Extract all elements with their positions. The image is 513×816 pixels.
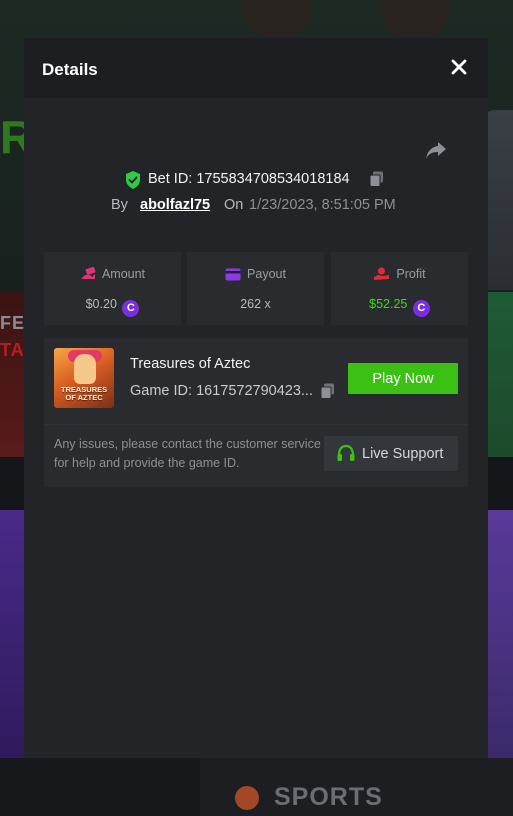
- live-support-label: Live Support: [362, 445, 444, 462]
- thumbnail-title: TREASURES OF AZTEC: [60, 385, 108, 402]
- profit-stat: Profit $52.25 C: [331, 252, 468, 325]
- bet-id-row: Bet ID: 1755834708534018184: [24, 169, 488, 189]
- payout-value: 262 x: [240, 297, 271, 311]
- profit-label: Profit: [396, 267, 426, 281]
- shield-check-icon: [126, 171, 140, 189]
- share-button[interactable]: [424, 138, 448, 162]
- game-card: TREASURES OF AZTEC Treasures of Aztec Ga…: [44, 338, 468, 487]
- payout-header: Payout: [187, 267, 324, 281]
- player-image: [242, 0, 312, 38]
- sports-label: SPORTS: [274, 783, 383, 811]
- modal-title: Details: [42, 60, 98, 79]
- copy-bet-id-icon[interactable]: [369, 171, 384, 187]
- bet-date: 1/23/2023, 8:51:05 PM: [249, 197, 396, 213]
- share-icon: [426, 142, 446, 159]
- username-link[interactable]: abolfazl75: [140, 197, 210, 213]
- headset-icon: [337, 444, 355, 461]
- coin-icon: C: [412, 300, 430, 317]
- divider: [44, 424, 468, 425]
- bet-id: Bet ID: 1755834708534018184: [148, 171, 350, 187]
- profit-value-row: $52.25 C: [331, 297, 468, 317]
- on-label: On: [224, 197, 244, 213]
- modal-header: Details: [24, 38, 488, 98]
- amount-value: $0.20: [85, 297, 117, 311]
- by-label: By: [111, 197, 128, 213]
- profit-hand-icon: [374, 267, 390, 280]
- background-promo-card: [488, 292, 513, 457]
- coin-icon: C: [122, 300, 140, 317]
- support-notice: Any issues, please contact the customer …: [54, 437, 321, 470]
- amount-stat: Amount $0.20 C: [44, 252, 181, 325]
- bet-meta-row: By abolfazl75 On 1/23/2023, 8:51:05 PM: [24, 197, 488, 217]
- profit-value: $52.25: [369, 297, 408, 311]
- bet-details-modal: Details Bet ID: 1755834708534018184 By a…: [24, 38, 488, 758]
- profit-header: Profit: [331, 267, 468, 281]
- copy-game-id-icon[interactable]: [320, 383, 335, 399]
- bet-stats: Amount $0.20 C Payout 262 x Profit $52.2…: [44, 252, 468, 326]
- card-icon: [225, 268, 241, 281]
- amount-header: Amount: [44, 266, 181, 281]
- money-hand-icon: [80, 266, 96, 279]
- close-button[interactable]: [448, 56, 470, 78]
- game-id: Game ID: 1617572790423...: [130, 383, 313, 399]
- payout-label: Payout: [247, 267, 286, 281]
- basketball-icon: [235, 786, 259, 810]
- game-thumbnail[interactable]: TREASURES OF AZTEC: [54, 348, 114, 408]
- game-name: Treasures of Aztec: [130, 356, 251, 372]
- thumbnail-art: [74, 354, 96, 384]
- background-players-image: [230, 0, 450, 38]
- amount-label: Amount: [101, 267, 146, 281]
- payout-stat: Payout 262 x: [187, 252, 324, 325]
- play-now-button[interactable]: Play Now: [348, 363, 458, 394]
- amount-value-row: $0.20 C: [44, 297, 181, 317]
- background-sports-card: [488, 510, 513, 760]
- live-support-button[interactable]: Live Support: [324, 436, 458, 471]
- close-icon: [451, 59, 467, 75]
